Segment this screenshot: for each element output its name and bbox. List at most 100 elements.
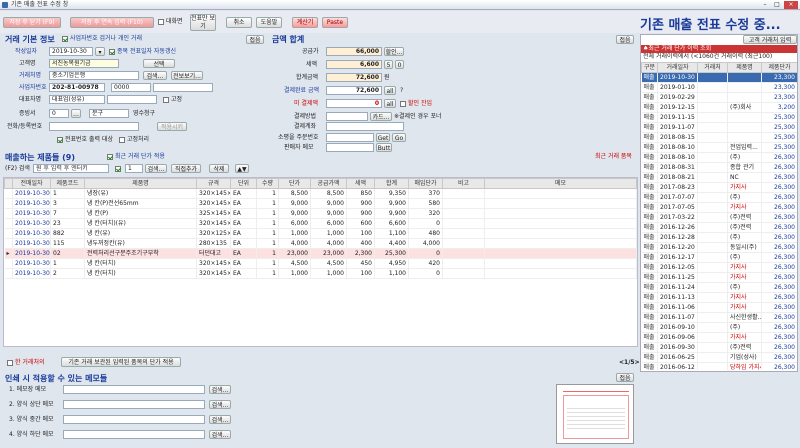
stamp-checkbox[interactable]	[57, 136, 63, 143]
item-row[interactable]: 2019-10-30 115 냉두꺼정칸(유) 280×135 EA 1 4,000 4,00…	[4, 238, 637, 249]
order-field[interactable]	[326, 133, 374, 142]
items-col-header[interactable]: 합계	[374, 178, 409, 189]
vendor-info-button[interactable]: 전보보기...	[171, 71, 203, 80]
item-spec[interactable]: 320×145×1...	[196, 268, 231, 279]
vendor-search-button[interactable]: 검색...	[143, 71, 167, 80]
item-qty[interactable]: 1	[256, 248, 279, 259]
minimize-icon[interactable]: –	[760, 1, 770, 9]
item-code[interactable]: 02	[50, 248, 85, 259]
item-code[interactable]: 1	[50, 258, 85, 269]
item-name[interactable]: 냉장(유)	[84, 188, 197, 199]
stamp2-toggle[interactable]: 고정처리	[119, 135, 149, 144]
issuer-extra-field[interactable]	[107, 95, 157, 104]
item-spec[interactable]: 320×145×165	[196, 218, 231, 229]
item-spec[interactable]: 325×145×165	[196, 208, 231, 219]
recent-row[interactable]: 매출 2018-08-10 (주) 26,300	[641, 152, 797, 163]
items-col-header[interactable]: 수량	[256, 178, 279, 189]
memo-line-field[interactable]	[63, 385, 205, 394]
date-picker-button[interactable]: ▾	[95, 47, 105, 56]
vat-toggle[interactable]: 사업자번호 검거나 개인 거래	[62, 34, 142, 43]
item-memo[interactable]	[484, 188, 637, 199]
recent-row[interactable]: 매출 2016-12-17 (주) 26,300	[641, 252, 797, 263]
item-qty[interactable]: 1	[256, 218, 279, 229]
item-code[interactable]: 3	[50, 198, 85, 209]
item-tax[interactable]: 850	[346, 188, 375, 199]
item-row[interactable]: 2019-10-301냉 칸(터치)320×145×165EA14,5004,5…	[4, 258, 637, 269]
item-memo[interactable]	[484, 258, 637, 269]
item-memo[interactable]	[484, 248, 637, 259]
close-icon[interactable]: ×	[784, 1, 798, 9]
recent-col-header[interactable]: 제품명	[727, 62, 762, 73]
item-buy[interactable]: 4,000	[408, 238, 443, 249]
item-total[interactable]: 6,600	[374, 218, 409, 229]
recent-row[interactable]: 매출 2016-06-25 기업(성사) 26,300	[641, 352, 797, 363]
item-row[interactable]: 2019-10-302냉 칸(터치)320×145×1...EA11,0001,…	[4, 268, 637, 279]
item-tax[interactable]: 100	[346, 268, 375, 279]
item-spec[interactable]: 320×145×165	[196, 198, 231, 209]
recent-row[interactable]: 매출 2019-02-29 23,300	[641, 92, 797, 103]
memo-line-field[interactable]	[63, 430, 205, 439]
recent-row[interactable]: 매출 2019-12-15 (주)회사 3,200	[641, 102, 797, 113]
item-name[interactable]: 냉두꺼정칸(유)	[84, 238, 197, 249]
recent-row[interactable]: 매출 2019-11-07 25,300	[641, 122, 797, 133]
item-code[interactable]: 2	[50, 268, 85, 279]
item-code[interactable]: 1	[50, 188, 85, 199]
recent-row[interactable]: 매출 2019-11-15 25,300	[641, 112, 797, 123]
recent-header-button[interactable]: 고객 거래처 입력	[743, 35, 797, 44]
item-price[interactable]: 4,000	[278, 238, 311, 249]
item-buy[interactable]: 420	[408, 258, 443, 269]
item-price[interactable]: 9,000	[278, 198, 311, 209]
item-name[interactable]: 냉 칸(터치)(유)	[84, 218, 197, 229]
item-total[interactable]: 4,400	[374, 238, 409, 249]
bottom-checkbox[interactable]	[7, 359, 13, 366]
item-date[interactable]: 2019-10-30	[12, 228, 51, 239]
item-row[interactable]: 2019-10-303냉 칸(P)전선65mm320×145×165EA19,0…	[4, 198, 637, 209]
item-supply[interactable]: 4,000	[310, 238, 347, 249]
recent-row[interactable]: 매출 2016-12-28 (주) 26,300	[641, 232, 797, 243]
recent-row[interactable]: 매출 2018-08-31 종합 관기 26,300	[641, 162, 797, 173]
cert-field[interactable]: 0	[49, 109, 69, 118]
item-note[interactable]	[442, 268, 485, 279]
direct-add-button[interactable]: 직접추가	[171, 164, 201, 173]
item-price[interactable]: 6,000	[278, 218, 311, 229]
recent-price-checkbox[interactable]	[107, 153, 113, 160]
recent-col-header[interactable]: 거래처	[697, 62, 728, 73]
item-row[interactable]: 2019-10-301냉장(유)320×145×165EA18,5008,500…	[4, 188, 637, 199]
item-buy[interactable]: 0	[408, 218, 443, 229]
item-unit[interactable]: EA	[230, 188, 257, 199]
memo-search-button[interactable]: 검색...	[209, 415, 231, 424]
item-buy[interactable]: 0	[408, 268, 443, 279]
item-qty[interactable]: 1	[256, 238, 279, 249]
recent-col-header[interactable]: 거래일자	[657, 62, 698, 73]
item-total[interactable]: 9,900	[374, 198, 409, 209]
memo-search-button[interactable]: 검색...	[209, 400, 231, 409]
item-memo[interactable]	[484, 218, 637, 229]
product-search-input[interactable]: 원 후 입력 후 엔터키	[33, 164, 109, 173]
biz-field[interactable]: 202-81-00978	[49, 83, 105, 92]
item-note[interactable]	[442, 258, 485, 269]
item-tax[interactable]: 900	[346, 198, 375, 209]
fullscreen-checkbox[interactable]	[158, 18, 164, 25]
paste-button[interactable]: Paste	[322, 17, 348, 28]
item-supply[interactable]: 9,000	[310, 208, 347, 219]
item-supply[interactable]: 9,000	[310, 198, 347, 209]
item-total[interactable]: 9,350	[374, 188, 409, 199]
stamp-toggle[interactable]: 전표번호 출력 대상	[57, 135, 113, 144]
item-memo[interactable]	[484, 238, 637, 249]
memo-line-field[interactable]	[63, 415, 205, 424]
item-note[interactable]	[442, 208, 485, 219]
recent-price-toggle[interactable]: 최근 거래 단가 적용	[107, 152, 165, 161]
basic-collapse-button[interactable]: 접음	[246, 35, 264, 44]
item-price[interactable]: 23,000	[278, 248, 311, 259]
unpaid-checkbox[interactable]	[400, 100, 406, 107]
item-date[interactable]: 2019-10-30	[12, 248, 51, 259]
recent-row[interactable]: 매출 2016-09-10 (주) 26,300	[641, 322, 797, 333]
item-note[interactable]	[442, 228, 485, 239]
customer-field[interactable]: 서진농목원기금	[49, 59, 119, 68]
unpaid-all-button[interactable]: all	[384, 99, 396, 108]
recent-row[interactable]: 매출 2016-12-20 동일시(주) 26,300	[641, 242, 797, 253]
item-unit[interactable]: EA	[230, 208, 257, 219]
memo-but-button[interactable]: Butt	[376, 143, 392, 152]
items-col-header[interactable]: 제품명	[84, 178, 197, 189]
item-supply[interactable]: 4,500	[310, 258, 347, 269]
